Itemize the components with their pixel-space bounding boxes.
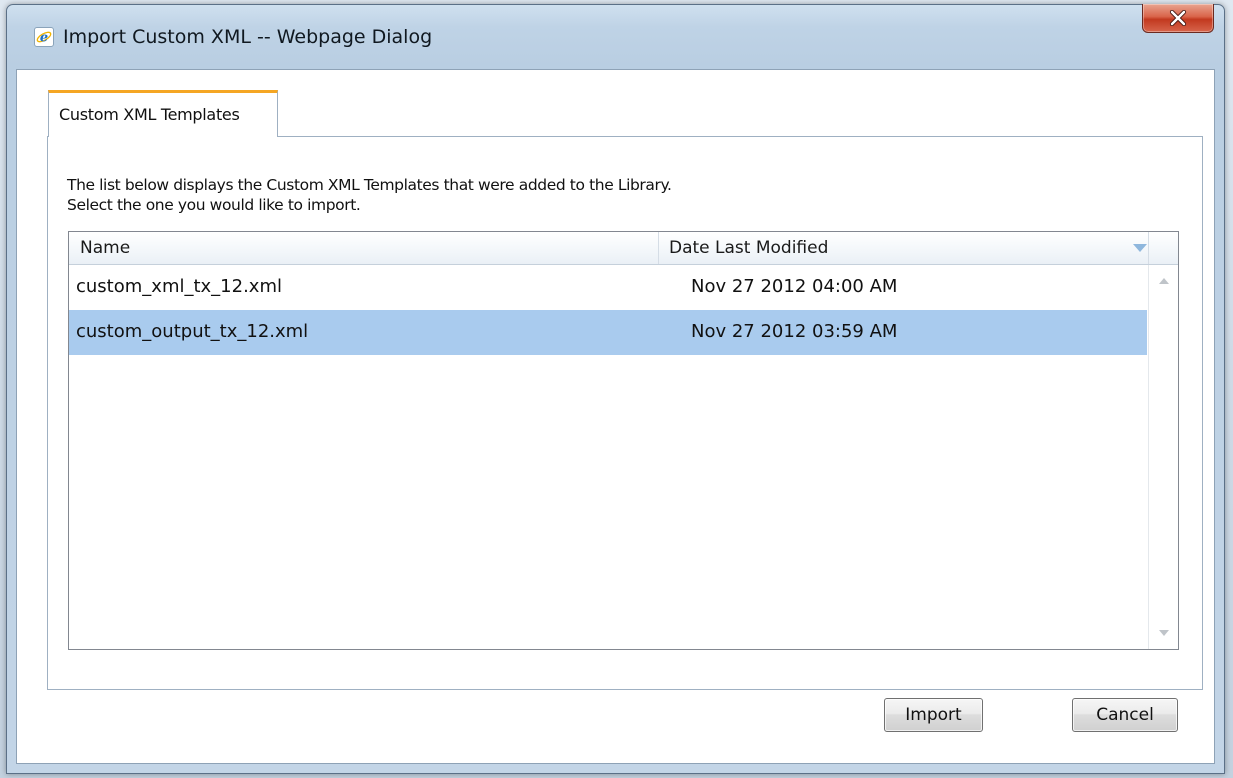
- row-name-cell: custom_xml_tx_12.xml: [76, 276, 282, 297]
- title-bar: e Import Custom XML -- Webpage Dialog: [7, 4, 1224, 77]
- window-title: Import Custom XML -- Webpage Dialog: [63, 26, 433, 48]
- instructions-text: The list below displays the Custom XML T…: [67, 175, 672, 215]
- import-button[interactable]: Import: [884, 698, 983, 732]
- scroll-down-button[interactable]: [1149, 623, 1178, 643]
- scroll-down-arrow-icon: [1159, 630, 1169, 636]
- internet-explorer-icon: e: [34, 27, 54, 47]
- grid-rows: custom_xml_tx_12.xml Nov 27 2012 04:00 A…: [69, 265, 1147, 355]
- dialog-client-area: Custom XML Templates The list below disp…: [16, 69, 1215, 764]
- scroll-up-arrow-icon: [1159, 278, 1169, 284]
- table-row[interactable]: custom_xml_tx_12.xml Nov 27 2012 04:00 A…: [69, 265, 1147, 310]
- instructions-line-1: The list below displays the Custom XML T…: [67, 176, 672, 194]
- row-name-cell: custom_output_tx_12.xml: [76, 321, 309, 342]
- vertical-scrollbar[interactable]: [1148, 265, 1178, 649]
- cancel-button[interactable]: Cancel: [1072, 698, 1178, 732]
- close-icon: [1169, 10, 1187, 26]
- grid-header: Name Date Last Modified: [69, 232, 1178, 265]
- instructions-line-2: Select the one you would like to import.: [67, 196, 361, 214]
- column-header-date-last-modified[interactable]: Date Last Modified: [659, 232, 1149, 264]
- tab-label: Custom XML Templates: [59, 105, 240, 124]
- dialog-window: e Import Custom XML -- Webpage Dialog Cu…: [6, 4, 1225, 774]
- close-button[interactable]: [1142, 4, 1214, 33]
- sort-descending-icon: [1133, 244, 1147, 252]
- tab-panel: The list below displays the Custom XML T…: [47, 136, 1203, 690]
- tab-custom-xml-templates[interactable]: Custom XML Templates: [48, 90, 278, 137]
- svg-text:e: e: [40, 31, 48, 46]
- templates-grid: Name Date Last Modified custom_xml_tx_12…: [68, 231, 1179, 650]
- column-header-name[interactable]: Name: [69, 232, 659, 264]
- row-date-cell: Nov 27 2012 04:00 AM: [691, 276, 898, 297]
- scroll-up-button[interactable]: [1149, 271, 1178, 291]
- table-row-selected[interactable]: custom_output_tx_12.xml Nov 27 2012 03:5…: [69, 310, 1147, 355]
- row-date-cell: Nov 27 2012 03:59 AM: [691, 321, 898, 342]
